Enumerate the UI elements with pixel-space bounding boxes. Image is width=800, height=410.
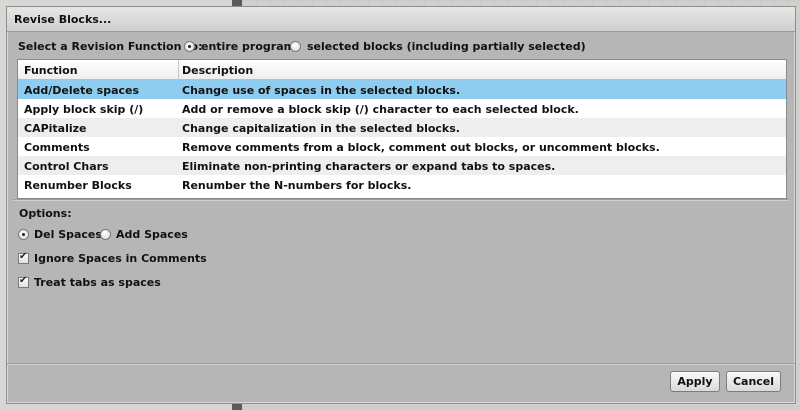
function-cell: Comments [24, 141, 90, 154]
function-cell: Add/Delete spaces [24, 84, 140, 97]
description-cell: Renumber the N-numbers for blocks. [182, 179, 412, 192]
treat-tabs-as-spaces-checkbox[interactable] [18, 275, 29, 288]
treat-tabs-as-spaces-label[interactable]: Treat tabs as spaces [34, 276, 161, 289]
del-spaces-label[interactable]: Del Spaces [34, 228, 102, 241]
column-header-description[interactable]: Description [182, 64, 253, 77]
entire-program-radio[interactable] [184, 41, 195, 52]
ignore-spaces-in-comments-checkbox[interactable] [18, 251, 29, 264]
description-cell: Eliminate non-printing characters or exp… [182, 160, 556, 173]
description-cell: Remove comments from a block, comment ou… [182, 141, 660, 154]
revision-prompt-label: Select a Revision Function to: [18, 40, 203, 53]
table-row[interactable]: Control Chars Eliminate non-printing cha… [18, 156, 786, 175]
column-header-function[interactable]: Function [24, 64, 78, 77]
revise-blocks-dialog: Revise Blocks... Select a Revision Funct… [6, 6, 796, 404]
table-header: Function Description [18, 60, 786, 80]
function-cell: Control Chars [24, 160, 109, 173]
function-table: Function Description Add/Delete spaces C… [17, 59, 787, 199]
description-cell: Change use of spaces in the selected blo… [182, 84, 461, 97]
footer-separator [7, 363, 795, 365]
table-row[interactable]: Comments Remove comments from a block, c… [18, 137, 786, 156]
cancel-button[interactable]: Cancel [726, 371, 781, 392]
table-row[interactable]: Add/Delete spaces Change use of spaces i… [18, 80, 786, 99]
function-cell: Apply block skip (/) [24, 103, 144, 116]
table-row[interactable]: Apply block skip (/) Add or remove a blo… [18, 99, 786, 118]
ignore-spaces-in-comments-label[interactable]: Ignore Spaces in Comments [34, 252, 207, 265]
function-cell: CAPitalize [24, 122, 87, 135]
options-separator [13, 199, 789, 201]
selected-blocks-radio[interactable] [290, 41, 301, 52]
dialog-title: Revise Blocks... [14, 13, 112, 26]
add-spaces-radio[interactable] [100, 229, 111, 240]
description-cell: Add or remove a block skip (/) character… [182, 103, 579, 116]
options-label: Options: [19, 207, 72, 220]
table-row[interactable]: CAPitalize Change capitalization in the … [18, 118, 786, 137]
dialog-titlebar[interactable]: Revise Blocks... [7, 7, 795, 32]
selected-blocks-label[interactable]: selected blocks (including partially sel… [307, 40, 586, 53]
entire-program-label[interactable]: entire program [201, 40, 295, 53]
column-divider[interactable] [178, 60, 179, 79]
apply-button[interactable]: Apply [670, 371, 720, 392]
table-row[interactable]: Renumber Blocks Renumber the N-numbers f… [18, 175, 786, 194]
add-spaces-label[interactable]: Add Spaces [116, 228, 188, 241]
function-cell: Renumber Blocks [24, 179, 132, 192]
del-spaces-radio[interactable] [18, 229, 29, 240]
description-cell: Change capitalization in the selected bl… [182, 122, 460, 135]
